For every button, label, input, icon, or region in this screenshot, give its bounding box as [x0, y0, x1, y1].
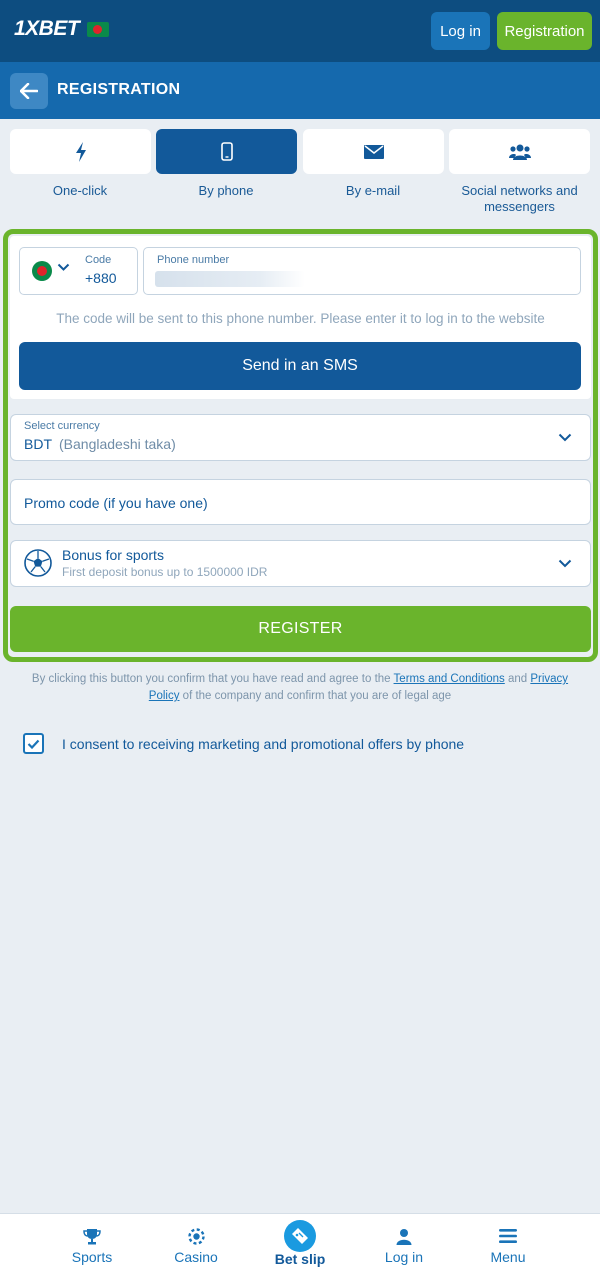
nav-sports-label: Sports	[71, 1249, 113, 1265]
currency-code: BDT	[24, 436, 52, 452]
tab-one-click[interactable]	[10, 129, 151, 174]
code-value: +880	[85, 270, 117, 286]
people-icon	[508, 144, 531, 160]
user-icon	[396, 1228, 412, 1245]
legal-and: and	[504, 673, 531, 685]
nav-login[interactable]: Log in	[352, 1213, 456, 1280]
tab-label-by-phone: By phone	[198, 183, 254, 198]
checkmark-icon	[27, 739, 40, 749]
casino-chip-icon	[187, 1227, 205, 1245]
nav-casino-label: Casino	[174, 1249, 218, 1265]
tab-by-phone[interactable]	[156, 129, 297, 174]
code-label: Code	[85, 254, 112, 266]
bangladesh-flag-icon	[32, 261, 52, 281]
tab-by-email[interactable]	[303, 129, 444, 174]
currency-name: (Bangladeshi taka)	[59, 436, 176, 452]
envelope-icon	[363, 144, 384, 159]
phone-number-value-redacted	[155, 271, 305, 287]
legal-prefix: By clicking this button you confirm that…	[31, 673, 394, 685]
tab-label-one-click: One-click	[52, 183, 108, 198]
arrow-left-icon	[20, 83, 38, 99]
chevron-down-icon	[558, 559, 572, 568]
bonus-title: Bonus for sports	[62, 547, 164, 563]
consent-label: I consent to receiving marketing and pro…	[62, 736, 465, 752]
nav-login-label: Log in	[384, 1249, 424, 1265]
page-title: REGISTRATION	[57, 81, 181, 98]
currency-label: Select currency	[24, 420, 100, 432]
trophy-icon	[83, 1228, 101, 1244]
bonus-subtitle: First deposit bonus up to 1500000 IDR	[62, 565, 268, 579]
tab-social-networks[interactable]	[449, 129, 590, 174]
promo-code-placeholder: Promo code (if you have one)	[24, 495, 208, 511]
legal-suffix: of the company and confirm that you are …	[179, 690, 452, 702]
back-button[interactable]	[10, 73, 48, 109]
nav-bet-slip-label[interactable]: Bet slip	[250, 1251, 350, 1267]
hamburger-menu-icon	[499, 1229, 517, 1243]
nav-sports[interactable]: Sports	[40, 1213, 144, 1280]
nav-casino[interactable]: Casino	[144, 1213, 248, 1280]
login-button[interactable]: Log in	[431, 12, 490, 50]
registration-button[interactable]: Registration	[497, 12, 592, 50]
phone-number-label: Phone number	[157, 254, 230, 266]
phone-icon	[220, 142, 233, 161]
legal-notice: By clicking this button you confirm that…	[20, 671, 580, 705]
consent-checkbox[interactable]	[23, 733, 44, 754]
bangladesh-flag-icon	[87, 21, 110, 37]
tab-label-social-networks: Social networks and messengers	[461, 183, 578, 214]
logo[interactable]: 1XBET	[14, 17, 110, 41]
send-sms-button[interactable]: Send in an SMS	[19, 342, 581, 390]
nav-menu[interactable]: Menu	[456, 1213, 560, 1280]
terms-link[interactable]: Terms and Conditions	[394, 673, 505, 685]
bet-slip-button[interactable]	[284, 1220, 316, 1252]
ticket-icon	[292, 1228, 308, 1244]
nav-menu-label: Menu	[490, 1249, 526, 1265]
phone-hint: The code will be sent to this phone numb…	[56, 311, 545, 326]
chevron-down-icon	[57, 263, 70, 271]
register-button[interactable]: REGISTER	[10, 606, 591, 652]
tab-label-by-email: By e-mail	[345, 183, 401, 198]
chevron-down-icon	[558, 433, 572, 442]
logo-text: 1XBET	[14, 17, 80, 40]
lightning-icon	[75, 141, 86, 162]
soccer-ball-icon	[24, 549, 52, 577]
